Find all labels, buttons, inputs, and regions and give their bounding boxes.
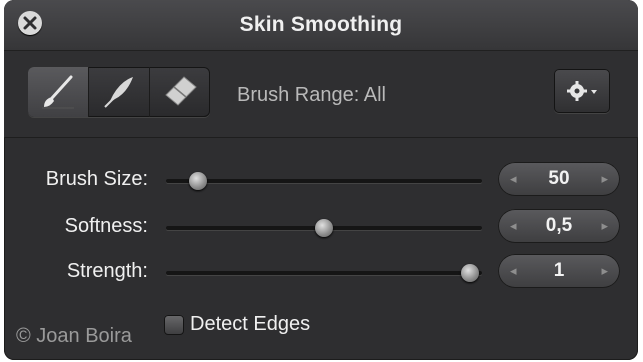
strength-slider-knob[interactable] [461, 264, 479, 282]
settings-menu-button[interactable] [554, 69, 610, 113]
title-bar: Skin Smoothing [4, 0, 638, 51]
detect-edges-option[interactable]: Detect Edges [164, 313, 310, 336]
eraser-tool-button[interactable] [150, 67, 210, 117]
strength-slider[interactable] [166, 264, 482, 282]
brush-tool-group [28, 67, 210, 117]
copyright-watermark: © Joan Boira [16, 325, 132, 347]
softness-stepper[interactable]: ◂ 0,5 ▸ [498, 209, 620, 243]
strength-stepper[interactable]: ◂ 1 ▸ [498, 254, 620, 288]
softness-label: Softness: [64, 215, 148, 237]
strength-label: Strength: [66, 260, 148, 282]
strength-row: Strength: ◂ 1 ▸ [4, 252, 638, 292]
brush-size-slider[interactable] [166, 172, 482, 190]
brush-size-stepper[interactable]: ◂ 50 ▸ [498, 162, 620, 196]
detect-edges-label[interactable]: Detect Edges [190, 313, 310, 336]
paintbrush-icon [42, 75, 74, 109]
brush-size-row: Brush Size: ◂ 50 ▸ [4, 160, 638, 200]
brush-size-slider-knob[interactable] [189, 172, 208, 190]
brush-range-label[interactable]: Brush Range: All [237, 84, 386, 107]
softness-row: Softness: ◂ 0,5 ▸ [4, 207, 638, 247]
feather-brush-icon [104, 77, 133, 108]
softness-slider[interactable] [166, 219, 482, 237]
skin-smoothing-panel: Skin Smoothing Brush Range: All Brush Si… [4, 0, 638, 360]
increment-arrow-icon[interactable]: ▸ [601, 263, 608, 279]
eraser-icon [165, 76, 197, 106]
paintbrush-tool-button[interactable] [28, 67, 89, 117]
detect-edges-checkbox[interactable] [164, 314, 184, 335]
window-title: Skin Smoothing [239, 13, 403, 36]
brush-size-label: Brush Size: [45, 168, 148, 190]
feather-brush-tool-button[interactable] [89, 67, 150, 117]
softness-slider-knob[interactable] [315, 219, 333, 237]
increment-arrow-icon[interactable]: ▸ [601, 218, 608, 234]
increment-arrow-icon[interactable]: ▸ [601, 171, 608, 187]
gear-dropdown-icon [567, 81, 597, 101]
toolbar: Brush Range: All [4, 51, 638, 138]
